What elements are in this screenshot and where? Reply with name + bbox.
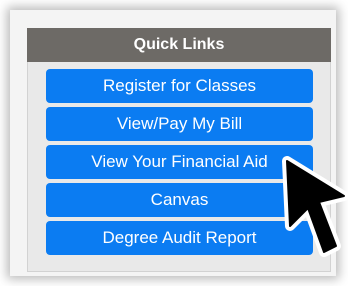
mouse-pointer-icon bbox=[282, 156, 348, 257]
canvas-button[interactable]: Canvas bbox=[46, 183, 313, 217]
view-pay-bill-button[interactable]: View/Pay My Bill bbox=[46, 107, 313, 141]
register-for-classes-button[interactable]: Register for Classes bbox=[46, 69, 313, 103]
degree-audit-report-button[interactable]: Degree Audit Report bbox=[46, 221, 313, 255]
view-financial-aid-button[interactable]: View Your Financial Aid bbox=[46, 145, 313, 179]
quick-links-header: Quick Links bbox=[27, 28, 331, 62]
